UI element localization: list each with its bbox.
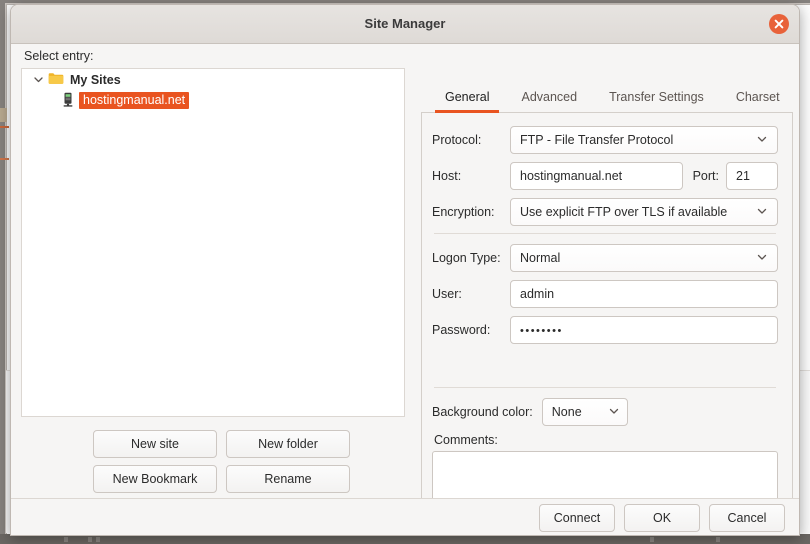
background-color-select[interactable]: None	[541, 398, 628, 426]
site-list-pane: Select entry: My Sites hostingmanual.net…	[11, 44, 415, 535]
general-tab-panel: Protocol: FTP - File Transfer Protocol H…	[421, 113, 793, 533]
tab-charset[interactable]: Charset	[720, 82, 796, 112]
section-divider	[434, 233, 776, 234]
dialog-titlebar: Site Manager	[11, 5, 799, 44]
chevron-down-icon	[756, 205, 768, 220]
cancel-button[interactable]: Cancel	[709, 503, 785, 532]
tree-item-my-sites[interactable]: My Sites	[22, 69, 404, 90]
encryption-select[interactable]: Use explicit FTP over TLS if available	[510, 198, 778, 226]
encryption-value: Use explicit FTP over TLS if available	[520, 205, 728, 219]
chevron-down-icon	[756, 133, 768, 148]
port-value: 21	[736, 169, 750, 183]
host-label: Host:	[432, 169, 462, 183]
new-bookmark-button[interactable]: New Bookmark	[93, 465, 217, 493]
tree-item-label: My Sites	[70, 72, 121, 87]
folder-icon	[48, 71, 64, 88]
background-window-accent-line	[0, 158, 9, 160]
taskbar-item[interactable]	[64, 537, 68, 542]
tab-advanced[interactable]: Advanced	[505, 82, 593, 112]
background-color-label: Background color:	[432, 405, 533, 419]
logon-type-row: Logon Type: Normal	[432, 243, 778, 273]
password-row: Password: ••••••••	[432, 315, 778, 345]
server-icon	[62, 92, 74, 110]
encryption-row: Encryption: Use explicit FTP over TLS if…	[432, 197, 778, 227]
close-icon[interactable]	[769, 14, 789, 34]
background-color-row: Background color: None	[432, 397, 778, 427]
user-input[interactable]: admin	[510, 280, 778, 308]
rename-button[interactable]: Rename	[226, 465, 350, 493]
port-input[interactable]: 21	[726, 162, 778, 190]
chevron-down-icon[interactable]	[30, 72, 46, 88]
taskbar-item[interactable]	[650, 537, 654, 542]
user-label: User:	[432, 287, 462, 301]
host-input[interactable]: hostingmanual.net	[510, 162, 683, 190]
dialog-body: Select entry: My Sites hostingmanual.net…	[11, 44, 799, 535]
encryption-label: Encryption:	[432, 205, 495, 219]
dialog-footer: Connect OK Cancel	[11, 498, 799, 535]
taskbar-item[interactable]	[88, 537, 92, 542]
section-divider	[434, 387, 776, 388]
password-input[interactable]: ••••••••	[510, 316, 778, 344]
protocol-label: Protocol:	[432, 133, 482, 147]
site-manager-dialog: Site Manager Select entry: My Sites host…	[10, 4, 800, 536]
background-window-sidebar-fragment	[0, 108, 7, 122]
tree-item-label: hostingmanual.net	[79, 92, 190, 109]
port-label: Port:	[692, 169, 719, 183]
protocol-select[interactable]: FTP - File Transfer Protocol	[510, 126, 778, 154]
taskbar-item[interactable]	[716, 537, 720, 542]
logon-type-label: Logon Type:	[432, 251, 501, 265]
tab-bar: General Advanced Transfer Settings Chars…	[421, 82, 793, 113]
password-value: ••••••••	[520, 324, 563, 337]
new-folder-button[interactable]: New folder	[226, 430, 350, 458]
user-value: admin	[520, 287, 555, 301]
protocol-value: FTP - File Transfer Protocol	[520, 133, 674, 147]
chevron-down-icon	[756, 251, 768, 266]
host-value: hostingmanual.net	[520, 169, 623, 183]
password-label: Password:	[432, 323, 491, 337]
logon-type-select[interactable]: Normal	[510, 244, 778, 272]
tab-general[interactable]: General	[429, 82, 505, 113]
background-color-value: None	[551, 405, 582, 419]
comments-label: Comments:	[434, 433, 498, 447]
tab-transfer-settings[interactable]: Transfer Settings	[593, 82, 720, 112]
site-tree[interactable]: My Sites hostingmanual.net	[21, 68, 405, 417]
tree-item-hostingmanual-net[interactable]: hostingmanual.net	[22, 90, 404, 111]
background-window-accent-line	[0, 126, 9, 128]
host-row: Host: hostingmanual.net Port: 21	[432, 161, 778, 191]
select-entry-label: Select entry:	[24, 49, 94, 63]
new-site-button[interactable]: New site	[93, 430, 217, 458]
site-settings-notebook: General Advanced Transfer Settings Chars…	[421, 82, 793, 533]
ok-button[interactable]: OK	[624, 503, 700, 532]
connect-button[interactable]: Connect	[539, 503, 615, 532]
dialog-title: Site Manager	[364, 16, 446, 31]
taskbar-item[interactable]	[96, 537, 100, 542]
logon-type-value: Normal	[520, 251, 561, 265]
protocol-row: Protocol: FTP - File Transfer Protocol	[432, 125, 778, 155]
chevron-down-icon	[608, 405, 620, 420]
user-row: User: admin	[432, 279, 778, 309]
